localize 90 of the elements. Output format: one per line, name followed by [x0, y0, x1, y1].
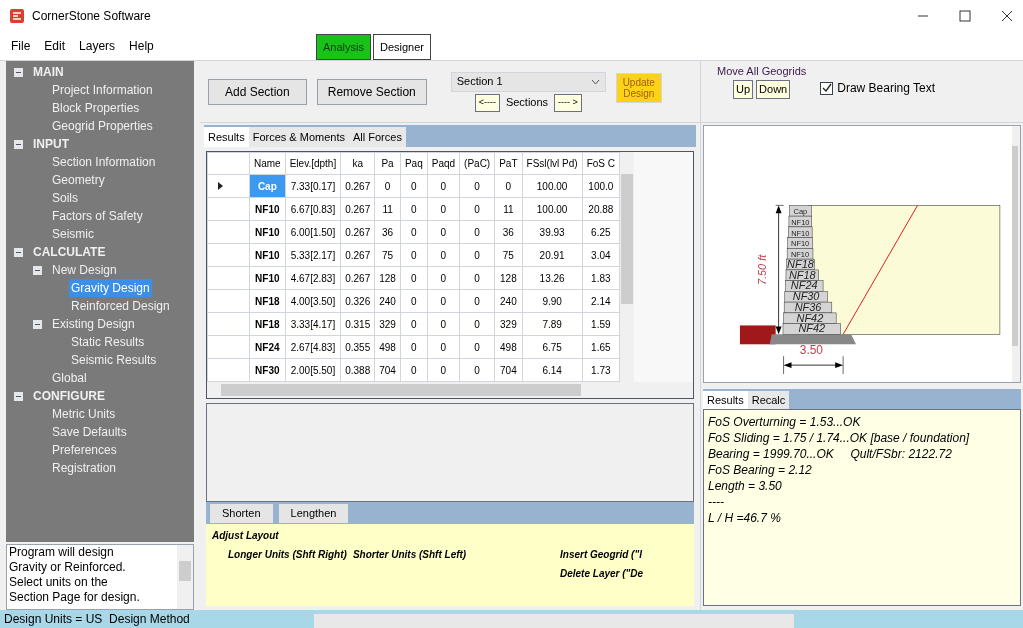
- menu-item[interactable]: Layers: [74, 37, 121, 55]
- tree-item[interactable]: Save Defaults: [50, 423, 129, 441]
- length-button[interactable]: Shorten: [210, 503, 273, 523]
- help-text-line: Gravity or Reinforced.: [9, 560, 127, 575]
- column-header[interactable]: FSsl(lvl Pd): [522, 152, 583, 175]
- length-button[interactable]: Lengthen: [278, 503, 349, 523]
- tree-item[interactable]: Geogrid Properties: [50, 117, 155, 135]
- tree-item[interactable]: CONFIGURE: [31, 387, 107, 405]
- scrollbar[interactable]: [207, 382, 693, 398]
- hint-text: Shorter Units (Shft Left): [352, 548, 467, 562]
- hint-text: Delete Layer ("De: [560, 567, 644, 581]
- tab[interactable]: Forces & Moments: [248, 127, 349, 147]
- update-design-button[interactable]: Update Design: [615, 73, 662, 103]
- scrollbar[interactable]: [620, 152, 634, 382]
- scrollbar[interactable]: [1012, 126, 1020, 382]
- column-header[interactable]: Pa: [374, 152, 401, 175]
- tree-item[interactable]: New Design: [50, 261, 119, 279]
- result-line: FoS Overturning = 1.53...OK: [708, 414, 862, 430]
- column-header[interactable]: Paq: [400, 152, 428, 175]
- tree-item[interactable]: Geometry: [50, 171, 107, 189]
- tab[interactable]: All Forces: [349, 127, 406, 147]
- tree-item[interactable]: Section Information: [50, 153, 158, 171]
- next-section-button[interactable]: ---- >: [554, 93, 582, 112]
- mode-button[interactable]: Analysis: [316, 34, 371, 60]
- result-line: L / H =46.7 %: [708, 510, 782, 526]
- tree-item[interactable]: Static Results: [69, 333, 147, 351]
- tab[interactable]: Recalc: [747, 391, 790, 409]
- column-header[interactable]: Paqd: [427, 152, 460, 175]
- previous-section-button[interactable]: <----: [474, 93, 500, 112]
- geogrids-label: Move All Geogrids: [717, 64, 807, 79]
- hint-text: Insert Geogrid ("I: [560, 548, 643, 562]
- collapse-icon[interactable]: [14, 67, 23, 77]
- menu-item[interactable]: Edit: [39, 37, 71, 55]
- column-header[interactable]: Name: [249, 152, 286, 175]
- help-text-line: Section Page for design.: [9, 590, 141, 605]
- scrollbar[interactable]: [177, 545, 193, 609]
- add-section-button[interactable]: Add Section: [208, 78, 307, 105]
- up-button[interactable]: Up: [733, 79, 754, 99]
- column-header[interactable]: (PaC): [459, 152, 495, 175]
- result-line: FoS Bearing = 2.12: [708, 462, 813, 478]
- column-header[interactable]: FoS C: [582, 152, 620, 175]
- help-text-line: Select units on the: [9, 575, 109, 590]
- tree-item[interactable]: INPUT: [31, 135, 71, 153]
- mode-button[interactable]: Designer: [372, 34, 431, 60]
- tab[interactable]: Results: [703, 391, 748, 409]
- tree-item[interactable]: Registration: [50, 459, 119, 477]
- help-text-line: Program will design: [9, 545, 115, 560]
- collapse-icon[interactable]: [33, 319, 42, 329]
- app-logo-icon: [10, 9, 24, 23]
- tree-item[interactable]: Project Information: [50, 81, 155, 99]
- column-header[interactable]: Elev.[dpth]: [285, 152, 341, 175]
- collapse-icon[interactable]: [33, 265, 42, 275]
- row-pointer-icon: [218, 182, 223, 190]
- tree-item[interactable]: MAIN: [31, 63, 66, 81]
- tree-item[interactable]: Preferences: [50, 441, 119, 459]
- collapse-icon[interactable]: [14, 391, 23, 401]
- tab[interactable]: Results: [204, 127, 249, 147]
- menu-item[interactable]: Help: [124, 37, 159, 55]
- tree-item[interactable]: Metric Units: [50, 405, 118, 423]
- hint-text: Longer Units (Shft Right): [228, 548, 347, 562]
- result-line: Length = 3.50: [708, 478, 783, 494]
- hint-title: Adjust Layout: [212, 529, 280, 543]
- close-icon[interactable]: [1001, 10, 1013, 22]
- status-text: Design Units = US Design Method: [4, 611, 191, 628]
- menu-item[interactable]: File: [6, 37, 36, 55]
- tree-item[interactable]: Seismic Results: [69, 351, 159, 369]
- column-header[interactable]: PaT: [494, 152, 523, 175]
- tree-item[interactable]: Block Properties: [50, 99, 142, 117]
- window-title: CornerStone Software: [32, 8, 151, 25]
- sections-label: Sections: [505, 95, 549, 111]
- collapse-icon[interactable]: [14, 139, 23, 149]
- tree-item[interactable]: Reinforced Design: [69, 297, 172, 315]
- checkbox[interactable]: [820, 81, 834, 95]
- column-header[interactable]: ka: [340, 152, 375, 175]
- result-line: FoS Sliding = 1.75 / 1.74...OK [base / foundation]: [708, 430, 971, 446]
- tree-item[interactable]: Existing Design: [50, 315, 137, 333]
- tree-item[interactable]: Factors of Safety: [50, 207, 145, 225]
- collapse-icon[interactable]: [14, 247, 23, 257]
- section-dropdown[interactable]: Section 1: [450, 71, 606, 92]
- maximize-icon[interactable]: [959, 10, 971, 22]
- result-line: Bearing = 1999.70...OK Qult/FSbr: 2122.72: [708, 446, 953, 462]
- tree-item[interactable]: CALCULATE: [31, 243, 108, 261]
- checkbox-label: Draw Bearing Text: [837, 80, 936, 97]
- tree-item[interactable]: Soils: [50, 189, 80, 207]
- down-button[interactable]: Down: [756, 79, 791, 99]
- chevron-down-icon: [590, 78, 600, 85]
- remove-section-button[interactable]: Remove Section: [316, 78, 427, 105]
- tree-item[interactable]: Global: [50, 369, 89, 387]
- result-line: ----: [708, 494, 725, 510]
- tree-item[interactable]: Seismic: [50, 225, 96, 243]
